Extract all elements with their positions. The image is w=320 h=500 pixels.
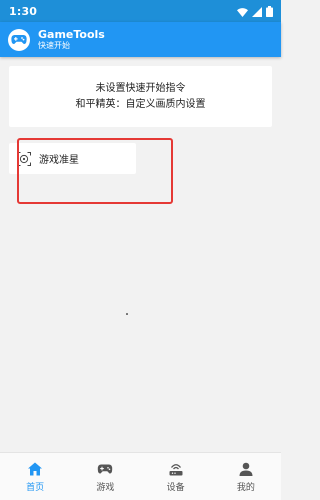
- app-titles: GameTools 快速开始: [38, 29, 105, 50]
- status-bar: 1:30: [0, 0, 281, 22]
- signal-icon: [252, 2, 262, 21]
- nav-item-devices[interactable]: 设备: [141, 453, 211, 500]
- person-icon: [238, 461, 254, 477]
- nav-item-games[interactable]: 游戏: [70, 453, 140, 500]
- quick-start-info-card[interactable]: 未设置快速开始指令 和平精英：自定义画质内设置: [9, 66, 272, 127]
- game-crosshair-button[interactable]: 游戏准星: [9, 143, 136, 174]
- app-title: GameTools: [38, 28, 105, 42]
- status-icons: [237, 2, 273, 21]
- gamepad-icon: [8, 28, 30, 51]
- app-subtitle: 快速开始: [38, 40, 70, 50]
- nav-label-home: 首页: [26, 482, 45, 493]
- router-icon: [168, 461, 184, 477]
- wifi-icon: [237, 2, 248, 21]
- nav-label-games: 游戏: [96, 482, 115, 493]
- gamepad-icon: [97, 461, 113, 477]
- nav-label-profile: 我的: [236, 482, 255, 493]
- info-line-2: 和平精英：自定义画质内设置: [75, 98, 206, 110]
- bottom-nav: 首页 游戏 设备 我的: [0, 452, 281, 500]
- status-time: 1:30: [9, 4, 38, 18]
- info-line-1: 未设置快速开始指令: [95, 82, 186, 94]
- stray-dot: [126, 313, 128, 315]
- home-icon: [27, 461, 43, 477]
- feature-label: 游戏准星: [39, 155, 79, 166]
- nav-label-devices: 设备: [166, 482, 185, 493]
- app-bar: GameTools 快速开始: [0, 22, 281, 57]
- battery-icon: [266, 2, 273, 21]
- crosshair-icon: [17, 151, 31, 166]
- nav-item-profile[interactable]: 我的: [211, 453, 281, 500]
- nav-item-home[interactable]: 首页: [0, 453, 70, 500]
